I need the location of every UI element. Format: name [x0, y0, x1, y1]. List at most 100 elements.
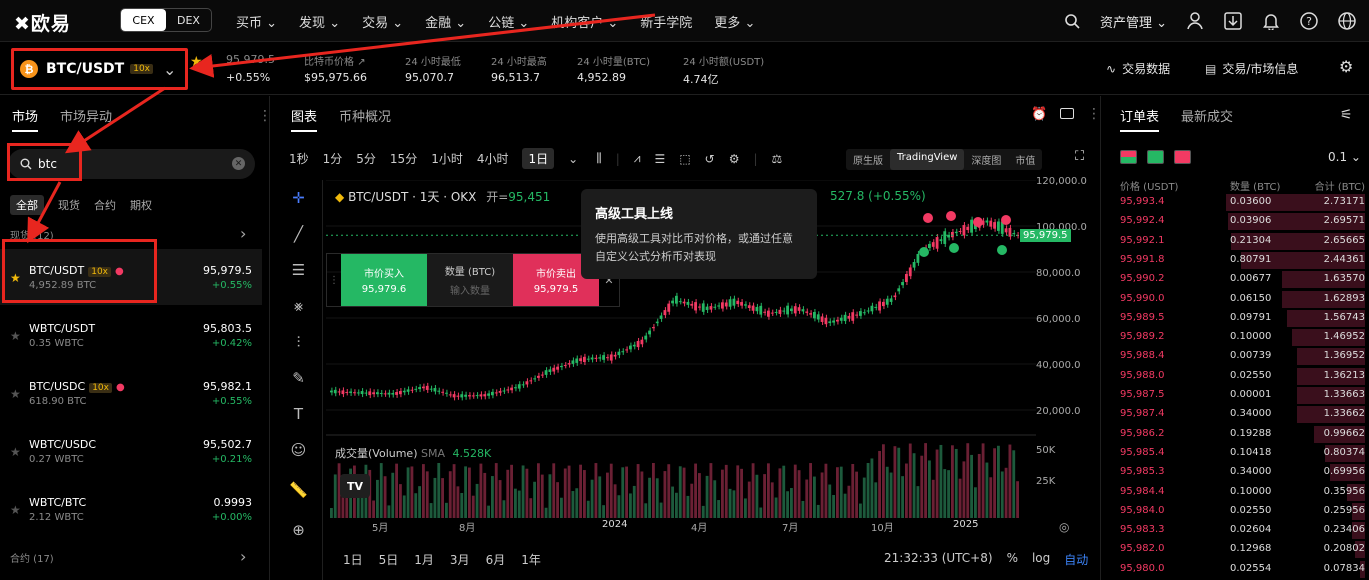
- fullscreen-icon[interactable]: ⛶: [1075, 149, 1084, 164]
- orderbook-row[interactable]: 95,988.0 0.02550 1.36213: [1112, 367, 1365, 386]
- pair-selector[interactable]: ₿ BTC/USDT 10x ⌄: [11, 48, 188, 90]
- crosshair-icon[interactable]: ✛: [275, 180, 322, 216]
- settings-sliders-icon[interactable]: ⚟: [1340, 107, 1353, 123]
- view-depth[interactable]: 深度图: [964, 149, 1008, 170]
- market-buy-button[interactable]: 市价买入 95,979.6: [341, 254, 427, 306]
- menu-discover[interactable]: 发现 ⌄: [299, 12, 340, 31]
- drag-handle-icon[interactable]: ⋮: [327, 254, 341, 306]
- list-item[interactable]: ★ WBTC/USDT 0.35 WBTC 95,803.5 +0.42%: [0, 307, 262, 363]
- menu-finance[interactable]: 金融 ⌄: [425, 12, 466, 31]
- orderbook-row[interactable]: 95,986.2 0.19288 0.99662: [1112, 425, 1365, 444]
- alert-icon[interactable]: ⏰: [1031, 107, 1047, 122]
- chevron-right-icon[interactable]: ›: [240, 547, 246, 566]
- orderbook-row[interactable]: 95,992.1 0.21304 2.65665: [1112, 232, 1365, 251]
- orderbook-row[interactable]: 95,984.4 0.10000 0.35956: [1112, 483, 1365, 502]
- range-5d[interactable]: 5日: [379, 551, 399, 568]
- orderbook-row[interactable]: 95,992.4 0.03906 2.69571: [1112, 212, 1365, 231]
- range-3m[interactable]: 3月: [450, 551, 470, 568]
- menu-buy[interactable]: 买币 ⌄: [236, 12, 277, 31]
- gear-icon[interactable]: ⚙: [1339, 57, 1353, 76]
- pattern-icon[interactable]: ⨳: [275, 288, 322, 324]
- bell-icon[interactable]: [1261, 11, 1281, 31]
- cex-toggle[interactable]: CEX: [121, 9, 166, 31]
- emoji-icon[interactable]: ☺: [275, 432, 322, 468]
- orderbook-row[interactable]: 95,990.0 0.06150 1.62893: [1112, 290, 1365, 309]
- filter-options[interactable]: 期权: [130, 197, 152, 213]
- menu-chain[interactable]: 公链 ⌄: [488, 12, 529, 31]
- menu-more[interactable]: 更多 ⌄: [714, 12, 755, 31]
- list-item[interactable]: ★ WBTC/BTC 2.12 WBTC 0.9993 +0.00%: [0, 481, 262, 537]
- range-1d[interactable]: 1日: [343, 551, 363, 568]
- range-1m[interactable]: 1月: [414, 551, 434, 568]
- tf-1m[interactable]: 1分: [323, 150, 343, 167]
- filter-all[interactable]: 全部: [10, 195, 44, 215]
- auto-toggle[interactable]: 自动: [1064, 551, 1088, 568]
- tab-chart[interactable]: 图表: [291, 106, 318, 132]
- layout-bids-icon[interactable]: [1147, 150, 1164, 164]
- view-tradingview[interactable]: TradingView: [890, 149, 965, 170]
- more-vertical-icon[interactable]: ⋮: [258, 108, 272, 124]
- menu-academy[interactable]: 新手学院: [640, 12, 692, 31]
- text-icon[interactable]: T: [275, 396, 322, 432]
- layout-asks-icon[interactable]: [1174, 150, 1191, 164]
- orderbook-row[interactable]: 95,991.8 0.80791 2.44361: [1112, 251, 1365, 270]
- tf-1h[interactable]: 1小时: [431, 150, 463, 167]
- orderbook-row[interactable]: 95,985.4 0.10418 0.80374: [1112, 444, 1365, 463]
- trade-data-button[interactable]: ∿ 交易数据: [1106, 60, 1170, 77]
- asset-management-menu[interactable]: 资产管理 ⌄: [1100, 12, 1167, 31]
- list-icon[interactable]: ☰: [655, 152, 666, 166]
- menu-trade[interactable]: 交易 ⌄: [362, 12, 403, 31]
- ruler-lines-icon[interactable]: ⫶: [275, 324, 322, 360]
- futures-section-header[interactable]: 合约 (17): [10, 550, 54, 565]
- filter-futures[interactable]: 合约: [94, 197, 116, 213]
- tf-1d[interactable]: 1日: [522, 148, 555, 169]
- orderbook-row[interactable]: 95,987.5 0.00001 1.33663: [1112, 386, 1365, 405]
- log-toggle[interactable]: log: [1032, 551, 1050, 568]
- tf-4h[interactable]: 4小时: [477, 150, 509, 167]
- gear-icon[interactable]: ⚙: [729, 152, 740, 166]
- orderbook-row[interactable]: 95,983.3 0.02604 0.23406: [1112, 521, 1365, 540]
- globe-icon[interactable]: [1337, 11, 1357, 31]
- tab-market-moves[interactable]: 市场异动: [60, 106, 112, 132]
- filter-spot[interactable]: 现货: [58, 197, 80, 213]
- range-6m[interactable]: 6月: [486, 551, 506, 568]
- brush-icon[interactable]: ✎: [275, 360, 322, 396]
- help-icon[interactable]: ?: [1299, 11, 1319, 31]
- goto-realtime-icon[interactable]: ◎: [1059, 520, 1069, 534]
- favorite-star-icon[interactable]: ★: [190, 54, 203, 70]
- orderbook-row[interactable]: 95,987.4 0.34000 1.33662: [1112, 405, 1365, 424]
- user-icon[interactable]: [1185, 11, 1205, 31]
- tf-1s[interactable]: 1秒: [289, 150, 309, 167]
- undo-icon[interactable]: ↺: [705, 152, 715, 166]
- tab-orderbook[interactable]: 订单表: [1120, 106, 1160, 132]
- more-vertical-icon[interactable]: ⋮: [1087, 106, 1101, 122]
- search-icon[interactable]: [1062, 11, 1082, 31]
- layout-both-icon[interactable]: [1120, 150, 1137, 164]
- zoom-in-icon[interactable]: ⊕: [275, 512, 322, 548]
- okx-logo[interactable]: ✖欧易: [14, 9, 71, 36]
- menu-institution[interactable]: 机构客户 ⌄: [551, 12, 618, 31]
- download-icon[interactable]: [1223, 11, 1243, 31]
- precision-select[interactable]: 0.1 ⌄: [1328, 150, 1361, 164]
- quantity-input[interactable]: 数量 (BTC) 输入数量: [427, 254, 513, 306]
- market-info-button[interactable]: ▤ 交易/市场信息: [1205, 60, 1298, 77]
- list-item[interactable]: ★ WBTC/USDC 0.27 WBTC 95,502.7 +0.21%: [0, 423, 262, 479]
- orderbook-row[interactable]: 95,989.5 0.09791 1.56743: [1112, 309, 1365, 328]
- dex-toggle[interactable]: DEX: [166, 9, 211, 31]
- chevron-down-icon[interactable]: ⌄: [568, 152, 578, 166]
- view-marketcap[interactable]: 市值: [1008, 149, 1042, 170]
- template-icon[interactable]: ⚖: [772, 152, 783, 166]
- orderbook-row[interactable]: 95,990.2 0.00677 1.63570: [1112, 270, 1365, 289]
- tab-recent-trades[interactable]: 最新成交: [1181, 106, 1233, 132]
- tf-5m[interactable]: 5分: [356, 150, 376, 167]
- orderbook-row[interactable]: 95,984.0 0.02550 0.25956: [1112, 502, 1365, 521]
- list-item[interactable]: ★ BTC/USDC 10x ● 618.90 BTC 95,982.1 +0.55…: [0, 365, 262, 421]
- measure-icon[interactable]: 📏: [275, 468, 322, 512]
- drawing-icon[interactable]: ⬚: [679, 152, 690, 166]
- chevron-right-icon[interactable]: ›: [240, 224, 246, 243]
- window-icon[interactable]: [1060, 108, 1074, 119]
- view-native[interactable]: 原生版: [846, 149, 890, 170]
- orderbook-row[interactable]: 95,980.0 0.02554 0.07834: [1112, 560, 1365, 579]
- horizontal-lines-icon[interactable]: ☰: [275, 252, 322, 288]
- orderbook-row[interactable]: 95,989.2 0.10000 1.46952: [1112, 328, 1365, 347]
